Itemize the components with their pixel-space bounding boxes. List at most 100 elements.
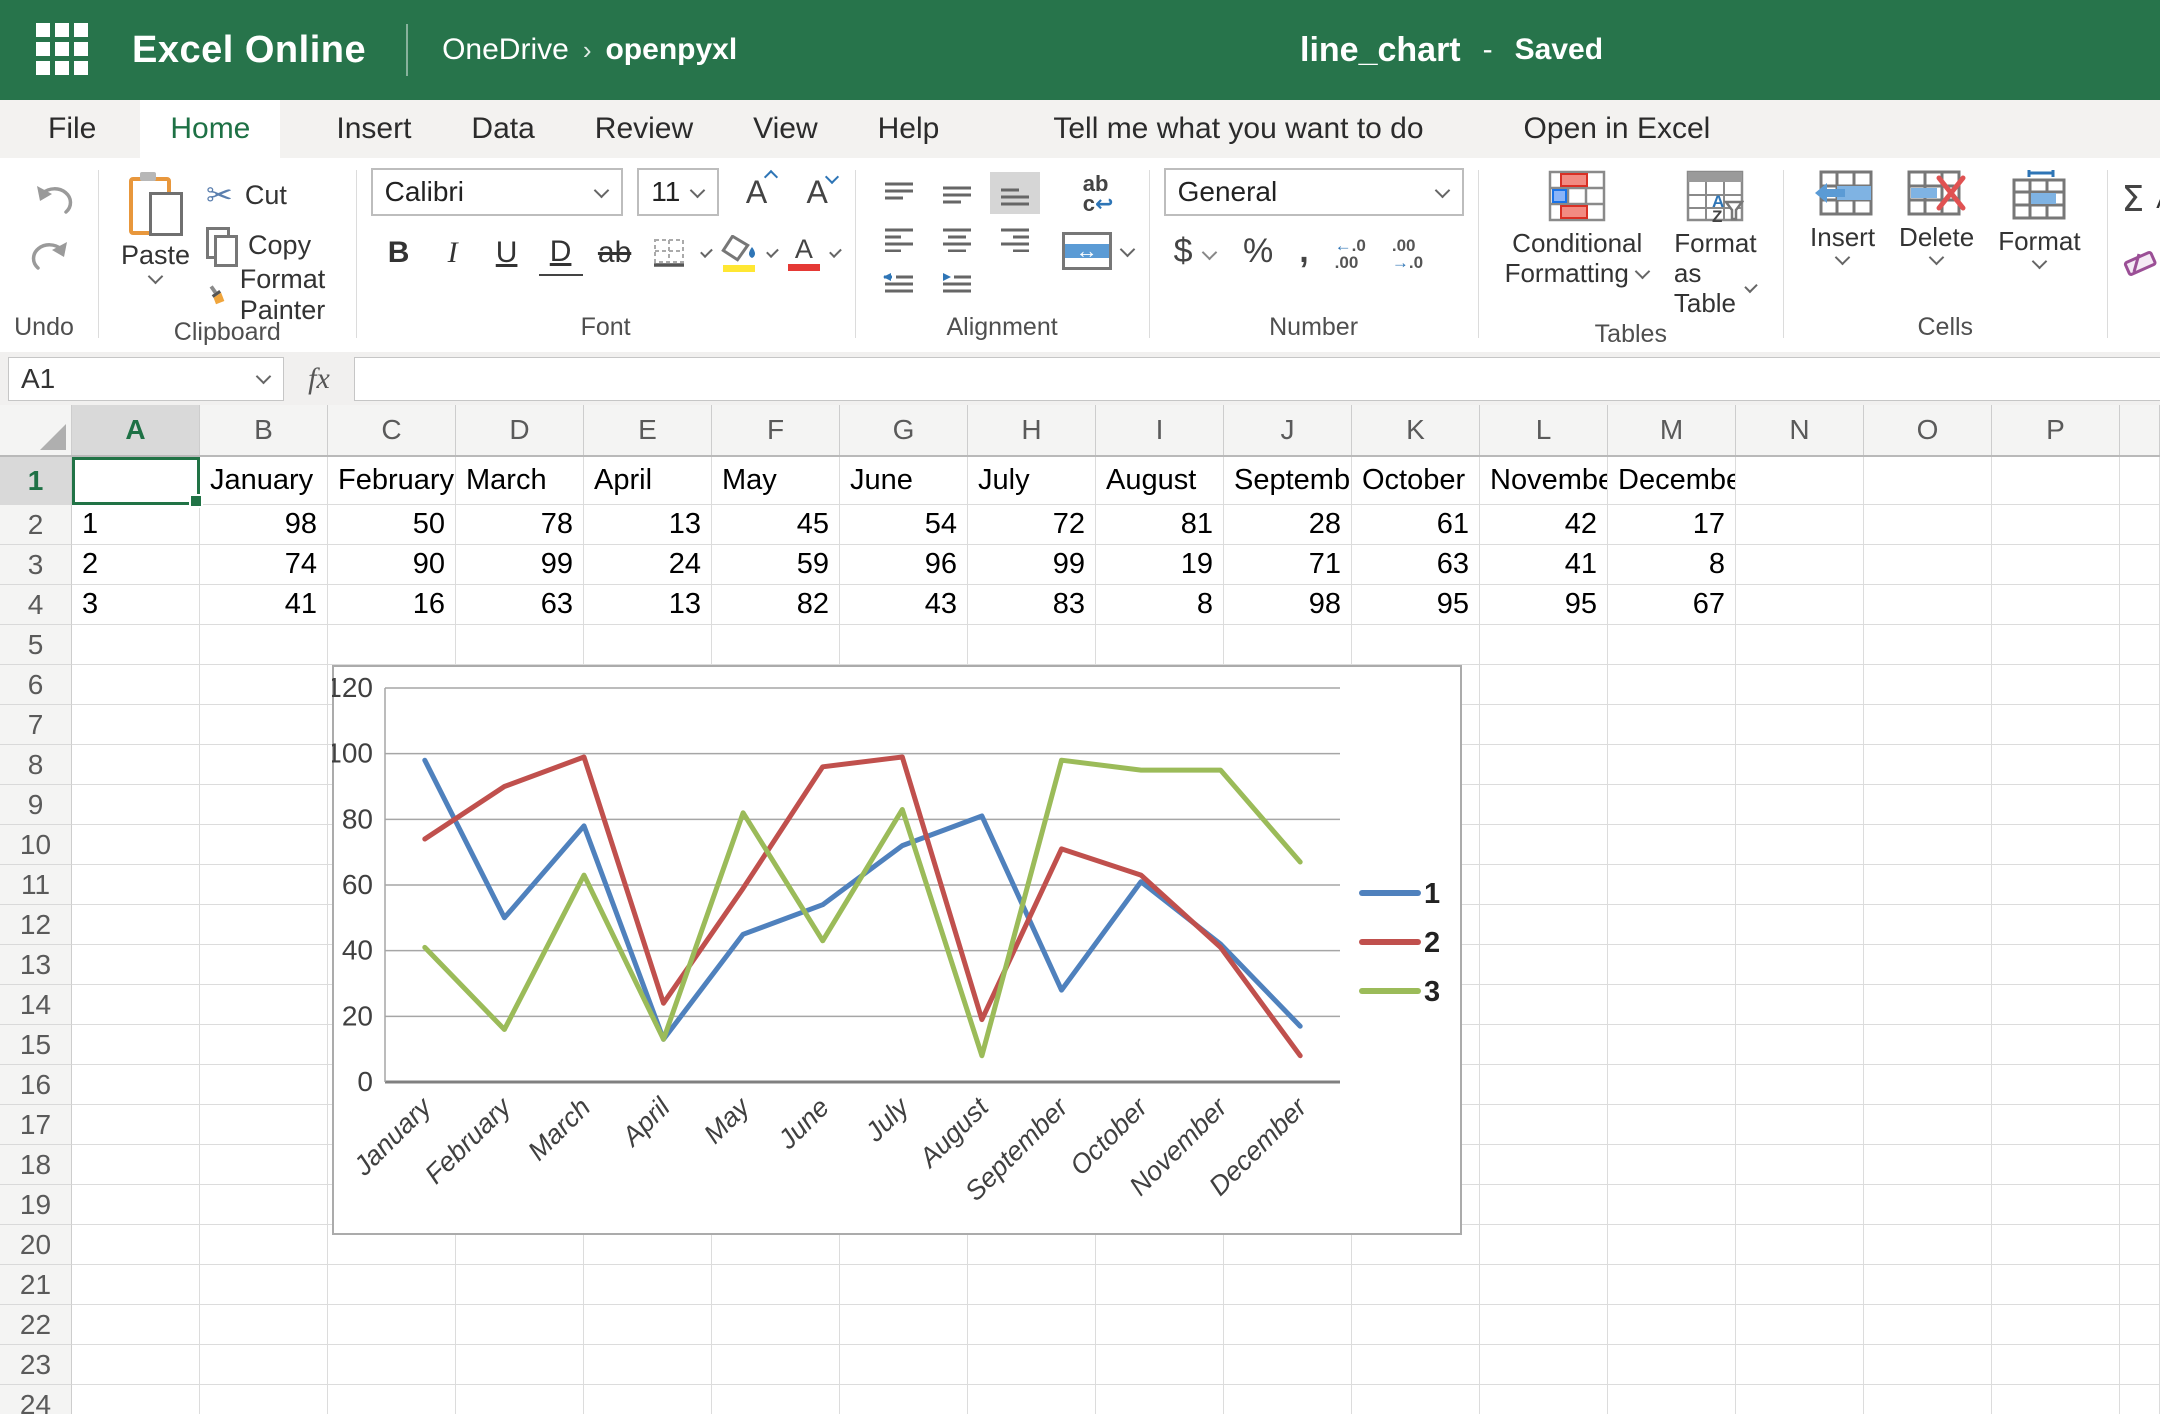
cell-C24[interactable]: [328, 1385, 456, 1414]
cell-L19[interactable]: [1480, 1185, 1608, 1225]
cut-button[interactable]: ✂ Cut: [206, 174, 342, 216]
cell-M6[interactable]: [1608, 665, 1736, 705]
cell-L3[interactable]: 41: [1480, 545, 1608, 585]
format-painter-button[interactable]: Format Painter: [206, 264, 342, 325]
cell-O3[interactable]: [1864, 545, 1992, 585]
cell-K1[interactable]: October: [1352, 457, 1480, 505]
delete-cells-button[interactable]: Delete: [1899, 170, 1974, 267]
cell-C22[interactable]: [328, 1305, 456, 1345]
cell-B14[interactable]: [200, 985, 328, 1025]
cell-M21[interactable]: [1608, 1265, 1736, 1305]
cell-E23[interactable]: [584, 1345, 712, 1385]
row-header-2[interactable]: 2: [0, 505, 72, 545]
cell-O15[interactable]: [1864, 1025, 1992, 1065]
row-header-1[interactable]: 1: [0, 457, 72, 505]
cell-M7[interactable]: [1608, 705, 1736, 745]
cell-H21[interactable]: [968, 1265, 1096, 1305]
cell-O22[interactable]: [1864, 1305, 1992, 1345]
cell-A24[interactable]: [72, 1385, 200, 1414]
row-header-7[interactable]: 7: [0, 705, 72, 745]
cell-A13[interactable]: [72, 945, 200, 985]
name-box[interactable]: A1: [8, 356, 284, 401]
cell-D22[interactable]: [456, 1305, 584, 1345]
align-bottom-button[interactable]: [989, 172, 1040, 214]
cell-D24[interactable]: [456, 1385, 584, 1414]
autosum-button[interactable]: Σ AutoSum: [2122, 178, 2160, 220]
cell-N15[interactable]: [1736, 1025, 1864, 1065]
cell-B3[interactable]: 74: [200, 545, 328, 585]
cell-A8[interactable]: [72, 745, 200, 785]
copy-button[interactable]: Copy: [206, 224, 342, 267]
cell-P2[interactable]: [1992, 505, 2120, 545]
cell-H1[interactable]: July: [968, 457, 1096, 505]
cell-P13[interactable]: [1992, 945, 2120, 985]
format-as-table-dropdown-icon[interactable]: [1744, 279, 1758, 293]
cell-partial[interactable]: [2120, 1345, 2160, 1385]
format-cells-button[interactable]: Format: [1998, 170, 2081, 271]
paste-button[interactable]: Paste: [121, 172, 190, 286]
cell-O20[interactable]: [1864, 1225, 1992, 1265]
cell-B19[interactable]: [200, 1185, 328, 1225]
increase-indent-button[interactable]: [932, 264, 982, 306]
cell-A6[interactable]: [72, 665, 200, 705]
cell-J5[interactable]: [1224, 625, 1352, 665]
cell-B5[interactable]: [200, 625, 328, 665]
cell-P1[interactable]: [1992, 457, 2120, 505]
cell-G5[interactable]: [840, 625, 968, 665]
cell-A23[interactable]: [72, 1345, 200, 1385]
underline-button[interactable]: U: [485, 231, 529, 275]
font-size-select[interactable]: 11: [637, 168, 720, 216]
column-header-A[interactable]: A: [72, 405, 200, 455]
cell-K5[interactable]: [1352, 625, 1480, 665]
conditional-formatting-button[interactable]: Conditional Formatting: [1505, 170, 1651, 288]
cell-I4[interactable]: 8: [1096, 585, 1224, 625]
cell-B12[interactable]: [200, 905, 328, 945]
cell-F5[interactable]: [712, 625, 840, 665]
double-underline-button[interactable]: D: [538, 230, 583, 276]
cell-N16[interactable]: [1736, 1065, 1864, 1105]
cell-L14[interactable]: [1480, 985, 1608, 1025]
increase-font-size-button[interactable]: A: [733, 169, 780, 211]
row-header-22[interactable]: 22: [0, 1305, 72, 1345]
cell-partial[interactable]: [2120, 705, 2160, 745]
cell-O10[interactable]: [1864, 825, 1992, 865]
cell-M1[interactable]: December: [1608, 457, 1736, 505]
cell-C2[interactable]: 50: [328, 505, 456, 545]
cell-A19[interactable]: [72, 1185, 200, 1225]
strikethrough-button[interactable]: ab: [593, 231, 637, 275]
merge-center-button[interactable]: ↔: [1061, 232, 1135, 270]
italic-button[interactable]: I: [431, 231, 475, 275]
row-header-16[interactable]: 16: [0, 1065, 72, 1105]
cell-partial[interactable]: [2120, 945, 2160, 985]
cell-A4[interactable]: 3: [72, 585, 200, 625]
percent-format-button[interactable]: %: [1243, 232, 1273, 271]
cell-D4[interactable]: 63: [456, 585, 584, 625]
cell-N13[interactable]: [1736, 945, 1864, 985]
delete-dropdown-icon[interactable]: [1928, 249, 1945, 266]
cell-K4[interactable]: 95: [1352, 585, 1480, 625]
name-box-dropdown-icon[interactable]: [255, 368, 272, 385]
cell-B21[interactable]: [200, 1265, 328, 1305]
cell-O13[interactable]: [1864, 945, 1992, 985]
cell-N2[interactable]: [1736, 505, 1864, 545]
cell-B16[interactable]: [200, 1065, 328, 1105]
cell-L18[interactable]: [1480, 1145, 1608, 1185]
row-header-4[interactable]: 4: [0, 585, 72, 625]
cell-M8[interactable]: [1608, 745, 1736, 785]
borders-button[interactable]: [647, 231, 691, 275]
cell-O5[interactable]: [1864, 625, 1992, 665]
tab-file[interactable]: File: [44, 100, 100, 158]
cell-E3[interactable]: 24: [584, 545, 712, 585]
cell-H23[interactable]: [968, 1345, 1096, 1385]
cell-partial[interactable]: [2120, 1185, 2160, 1225]
cell-N4[interactable]: [1736, 585, 1864, 625]
cell-G3[interactable]: 96: [840, 545, 968, 585]
cell-P7[interactable]: [1992, 705, 2120, 745]
decrease-font-size-button[interactable]: A: [794, 169, 841, 211]
cell-N6[interactable]: [1736, 665, 1864, 705]
cell-partial[interactable]: [2120, 1305, 2160, 1345]
cell-C1[interactable]: February: [328, 457, 456, 505]
cell-F22[interactable]: [712, 1305, 840, 1345]
clear-button[interactable]: Clear: [2122, 242, 2160, 284]
cell-partial[interactable]: [2120, 665, 2160, 705]
